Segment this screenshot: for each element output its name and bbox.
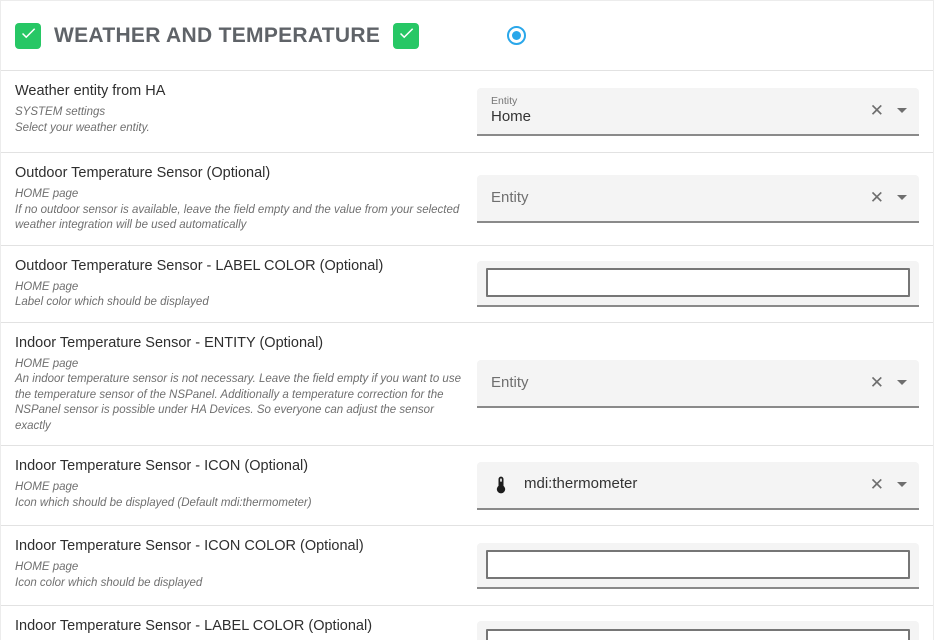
setting-scope: HOME page	[15, 187, 467, 203]
clear-icon[interactable]: ✕	[870, 476, 884, 493]
setting-title: Weather entity from HA	[15, 83, 467, 99]
setting-scope: SYSTEM settings	[15, 105, 467, 121]
section-title: WEATHER AND TEMPERATURE	[54, 24, 380, 48]
label-color-input[interactable]	[486, 629, 910, 640]
setting-scope: HOME page	[15, 357, 467, 373]
select-value: Home	[491, 108, 531, 127]
setting-title: Indoor Temperature Sensor - LABEL COLOR …	[15, 618, 467, 634]
setting-description: Label color which should be displayed	[15, 295, 467, 311]
chevron-down-icon[interactable]	[897, 482, 907, 487]
select-placeholder: Entity	[491, 374, 529, 391]
check-icon	[397, 24, 415, 47]
clear-icon[interactable]: ✕	[870, 102, 884, 119]
setting-description: Icon which should be displayed (Default …	[15, 496, 467, 512]
setting-description: If no outdoor sensor is available, leave…	[15, 203, 467, 234]
setting-row-indoor-icon-color: Indoor Temperature Sensor - ICON COLOR (…	[1, 526, 933, 606]
label-color-input[interactable]	[486, 268, 910, 297]
select-placeholder: Entity	[491, 189, 529, 206]
clear-icon[interactable]: ✕	[870, 189, 884, 206]
setting-description: An indoor temperature sensor is not nece…	[15, 372, 467, 434]
setting-row-indoor-entity: Indoor Temperature Sensor - ENTITY (Opti…	[1, 323, 933, 447]
section-enabled-checkbox-left[interactable]	[15, 23, 41, 49]
setting-title: Outdoor Temperature Sensor (Optional)	[15, 165, 467, 181]
setting-row-outdoor-sensor: Outdoor Temperature Sensor (Optional) HO…	[1, 153, 933, 246]
icon-select[interactable]: mdi:thermometer ✕	[477, 462, 919, 510]
setting-scope: HOME page	[15, 480, 467, 496]
setting-row-outdoor-label-color: Outdoor Temperature Sensor - LABEL COLOR…	[1, 246, 933, 323]
setting-title: Outdoor Temperature Sensor - LABEL COLOR…	[15, 258, 467, 274]
setting-title: Indoor Temperature Sensor - ENTITY (Opti…	[15, 335, 467, 351]
radio-selected-dot	[512, 31, 521, 40]
section-header: WEATHER AND TEMPERATURE	[1, 1, 933, 71]
setting-scope: HOME page	[15, 560, 467, 576]
setting-scope: HOME page	[15, 280, 467, 296]
section-enabled-checkbox-right[interactable]	[393, 23, 419, 49]
chevron-down-icon[interactable]	[897, 195, 907, 200]
chevron-down-icon[interactable]	[897, 108, 907, 113]
check-icon	[19, 24, 37, 47]
setting-description: Icon color which should be displayed	[15, 576, 467, 592]
section-radio-button[interactable]	[507, 26, 526, 45]
setting-row-indoor-icon: Indoor Temperature Sensor - ICON (Option…	[1, 446, 933, 526]
entity-select[interactable]: Entity ✕	[477, 175, 919, 223]
clear-icon[interactable]: ✕	[870, 374, 884, 391]
setting-row-weather-entity: Weather entity from HA SYSTEM settings S…	[1, 71, 933, 153]
settings-panel: WEATHER AND TEMPERATURE Weather entity f…	[0, 0, 934, 640]
setting-description: Select your weather entity.	[15, 121, 467, 137]
setting-title: Indoor Temperature Sensor - ICON COLOR (…	[15, 538, 467, 554]
select-floating-label: Entity	[491, 95, 531, 108]
select-value: mdi:thermometer	[524, 475, 637, 494]
entity-select[interactable]: Entity Home ✕	[477, 88, 919, 136]
setting-row-indoor-label-color: Indoor Temperature Sensor - LABEL COLOR …	[1, 606, 933, 640]
setting-title: Indoor Temperature Sensor - ICON (Option…	[15, 458, 467, 474]
entity-select[interactable]: Entity ✕	[477, 360, 919, 408]
icon-color-input[interactable]	[486, 550, 910, 579]
chevron-down-icon[interactable]	[897, 380, 907, 385]
thermometer-icon	[491, 475, 511, 495]
